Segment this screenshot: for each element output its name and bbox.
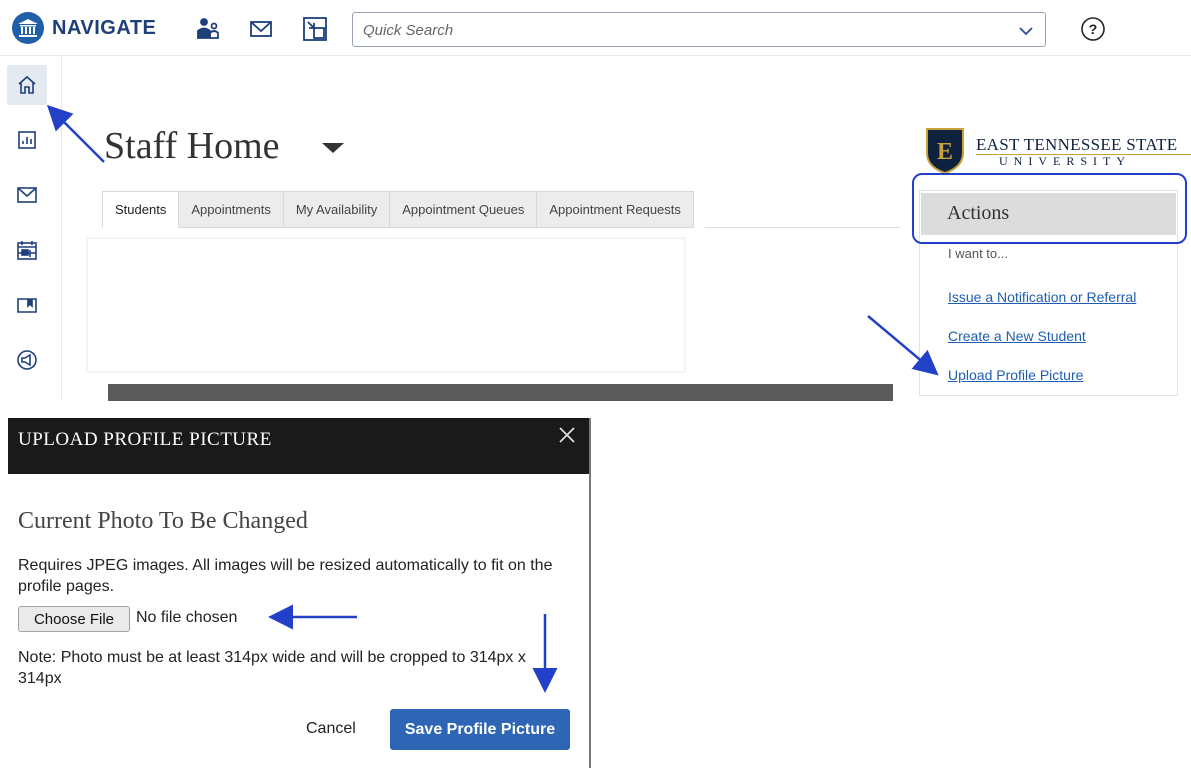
upload-profile-picture-link[interactable]: Upload Profile Picture	[948, 367, 1083, 383]
brand-name: NAVIGATE	[52, 16, 157, 39]
close-icon[interactable]	[556, 424, 578, 451]
file-status: No file chosen	[136, 609, 238, 626]
tab-divider	[705, 227, 900, 228]
calendar-icon[interactable]	[7, 230, 47, 270]
navigate-logo[interactable]: NAVIGATE	[12, 12, 156, 44]
modal-subtitle: Current Photo To Be Changed	[18, 508, 308, 534]
tab-appointments[interactable]: Appointments	[179, 191, 284, 228]
tab-appointment-requests[interactable]: Appointment Requests	[537, 191, 694, 228]
choose-file-button[interactable]: Choose File	[18, 606, 130, 632]
megaphone-icon[interactable]	[7, 340, 47, 380]
tab-appointment-queues[interactable]: Appointment Queues	[390, 191, 538, 228]
left-sidebar	[0, 57, 62, 401]
content-footer-bar	[108, 384, 893, 401]
institution-subtitle: UNIVERSITY	[999, 154, 1131, 168]
modal-description: Requires JPEG images. All images will be…	[18, 557, 553, 595]
students-panel	[87, 238, 685, 372]
upload-profile-picture-modal: UPLOAD PROFILE PICTURE Current Photo To …	[8, 418, 591, 768]
quick-search	[352, 12, 1046, 47]
photo-size-note: Note: Photo must be at least 314px wide …	[18, 649, 526, 687]
create-student-link[interactable]: Create a New Student	[948, 328, 1086, 344]
help-icon[interactable]: ?	[1080, 16, 1106, 42]
svg-text:?: ?	[1089, 21, 1098, 37]
staff-home-tabs: Students Appointments My Availability Ap…	[102, 191, 694, 228]
chevron-down-icon[interactable]	[1019, 23, 1033, 41]
page-title: Staff Home	[104, 125, 280, 167]
caret-down-icon[interactable]	[320, 141, 346, 160]
save-profile-picture-button[interactable]: Save Profile Picture	[390, 709, 570, 750]
tab-students[interactable]: Students	[102, 191, 180, 228]
modal-header: UPLOAD PROFILE PICTURE	[8, 418, 589, 474]
users-icon[interactable]	[195, 16, 221, 42]
split-window-icon[interactable]	[302, 16, 328, 42]
issue-notification-link[interactable]: Issue a Notification or Referral	[948, 289, 1136, 305]
university-icon	[12, 12, 44, 44]
mail-icon[interactable]	[248, 16, 274, 42]
cancel-button[interactable]: Cancel	[306, 720, 356, 738]
shield-letter: E	[937, 139, 953, 165]
modal-title: UPLOAD PROFILE PICTURE	[18, 429, 272, 450]
mail-icon[interactable]	[7, 175, 47, 215]
institution-name: EAST TENNESSEE STATE	[976, 135, 1178, 154]
actions-intro: I want to...	[948, 246, 1008, 261]
tab-my-availability[interactable]: My Availability	[283, 191, 391, 228]
top-header: NAVIGATE Quick Search ?	[0, 0, 1191, 56]
search-input[interactable]	[363, 19, 1003, 41]
annotation-highlight-box	[912, 173, 1187, 244]
reports-icon[interactable]	[7, 120, 47, 160]
folder-icon[interactable]	[7, 285, 47, 325]
institution-logo: E EAST TENNESSEE STATE UNIVERSITY	[924, 127, 1191, 175]
home-icon[interactable]	[7, 65, 47, 105]
screenshot-root: NAVIGATE Quick Search ? Staff Home Stude…	[0, 0, 1191, 768]
